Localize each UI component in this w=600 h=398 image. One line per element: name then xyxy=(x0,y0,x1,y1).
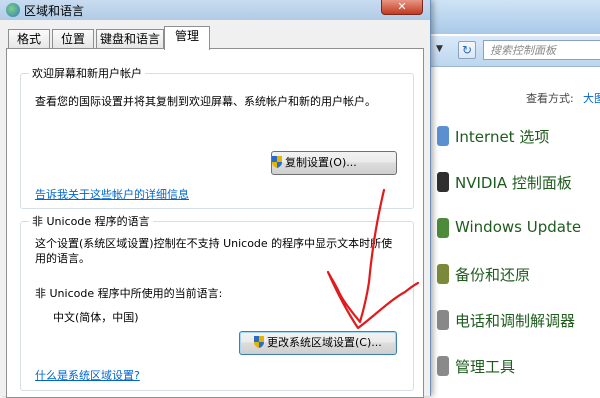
view-by-label: 查看方式: xyxy=(526,92,574,105)
tools-icon xyxy=(437,356,449,376)
view-by-dropdown[interactable]: 大图 xyxy=(583,90,600,106)
chevron-down-icon[interactable]: ▼ xyxy=(436,44,443,54)
welcome-description: 查看您的国际设置并将其复制到欢迎屏幕、系统帐户和新的用户帐户。 xyxy=(35,95,376,108)
cp-item-label: 备份和还原 xyxy=(455,266,531,284)
account-details-link[interactable]: 告诉我关于这些帐户的详细信息 xyxy=(35,186,189,202)
search-input[interactable]: 搜索控制面板 xyxy=(483,40,600,60)
copy-settings-button[interactable]: 复制设置(O)... xyxy=(271,151,397,175)
globe-icon xyxy=(6,3,20,17)
cp-item-windows-update[interactable]: Windows Update xyxy=(437,214,600,242)
dialog-title: 区域和语言 xyxy=(24,4,85,18)
non-unicode-description-cont: 用的语言。 xyxy=(35,252,90,265)
backup-icon xyxy=(437,264,449,284)
cp-item-label: NVIDIA 控制面板 xyxy=(455,174,572,192)
non-unicode-description: 这个设置(系统区域设置)控制在不支持 Unicode 的程序中显示文本时所使 xyxy=(35,237,393,250)
region-language-dialog: 区域和语言 ✕ 格式 位置 键盘和语言 管理 欢迎屏幕和新用户帐户 查看您的国际… xyxy=(0,0,431,398)
cp-item-nvidia[interactable]: NVIDIA 控制面板 xyxy=(437,168,600,196)
cp-item-backup[interactable]: 备份和还原 xyxy=(437,260,600,288)
copy-settings-label: 复制设置(O)... xyxy=(285,156,357,169)
non-unicode-group-title: 非 Unicode 程序的语言 xyxy=(29,213,153,229)
windows-update-icon xyxy=(437,218,449,238)
tab-panel-administrative: 欢迎屏幕和新用户帐户 查看您的国际设置并将其复制到欢迎屏幕、系统帐户和新的用户帐… xyxy=(6,48,424,398)
cp-item-label: 管理工具 xyxy=(455,358,516,376)
tab-keyboards-languages[interactable]: 键盘和语言 xyxy=(96,29,164,48)
close-button[interactable]: ✕ xyxy=(381,0,423,15)
cp-item-admin-tools[interactable]: 管理工具 xyxy=(437,352,600,380)
change-system-locale-button[interactable]: 更改系统区域设置(C)... xyxy=(239,331,397,355)
shield-icon xyxy=(254,334,264,348)
current-language-label: 非 Unicode 程序中所使用的当前语言: xyxy=(35,287,223,300)
dialog-titlebar: 区域和语言 ✕ xyxy=(0,0,430,20)
welcome-group-title: 欢迎屏幕和新用户帐户 xyxy=(29,65,145,81)
globe-icon xyxy=(437,126,449,146)
system-locale-help-link[interactable]: 什么是系统区域设置? xyxy=(35,367,140,383)
cp-item-internet-options[interactable]: Internet 选项 xyxy=(437,122,600,150)
tab-formats[interactable]: 格式 xyxy=(8,29,50,48)
refresh-icon[interactable]: ↻ xyxy=(458,41,476,59)
change-system-locale-label: 更改系统区域设置(C)... xyxy=(267,336,382,349)
tab-administrative[interactable]: 管理 xyxy=(164,26,210,50)
cp-item-phone-modem[interactable]: 电话和调制解调器 xyxy=(437,306,600,334)
nvidia-icon xyxy=(437,172,449,192)
control-panel-titlebar xyxy=(420,0,600,34)
phone-icon xyxy=(437,310,449,330)
tab-location[interactable]: 位置 xyxy=(52,29,94,48)
cp-item-label: Internet 选项 xyxy=(455,128,550,146)
cp-item-label: 电话和调制解调器 xyxy=(455,312,576,330)
shield-icon xyxy=(272,154,282,168)
cp-item-label: Windows Update xyxy=(455,218,582,236)
current-language-value: 中文(简体，中国) xyxy=(53,311,139,324)
